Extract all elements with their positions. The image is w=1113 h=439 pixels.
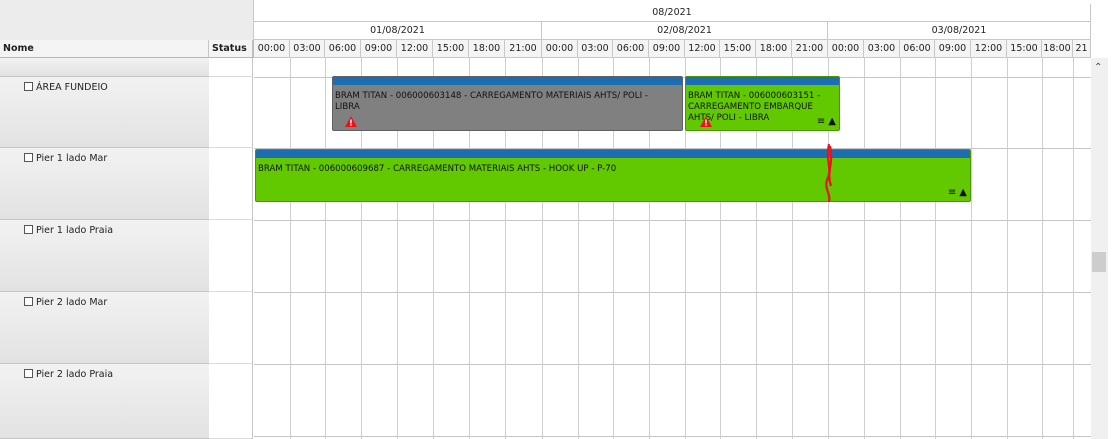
hour-header: 00:00: [254, 40, 290, 58]
hour-header: 18:00: [756, 40, 792, 58]
hour-header: 15:00: [1007, 40, 1042, 58]
grid-column-line: [1042, 58, 1043, 439]
grid-row-line: [254, 436, 1091, 437]
menu-lines-icon[interactable]: ≡: [817, 116, 825, 127]
name-column-header[interactable]: Nome: [0, 40, 209, 58]
checkbox-icon[interactable]: [24, 153, 33, 162]
hour-header: 00:00: [828, 40, 864, 58]
warning-icon: [345, 116, 357, 127]
task-bar-fundeio-2[interactable]: BRAM TITAN - 006000603151 - CARREGAMENTO…: [685, 76, 840, 131]
resource-row[interactable]: ÁREA FUNDEIO: [0, 77, 209, 148]
hour-header: 18:00: [469, 40, 505, 58]
grid-column-line: [325, 58, 326, 439]
task-label: BRAM TITAN - 006000609687 - CARREGAMENTO…: [258, 164, 617, 174]
task-top-stripe: [333, 77, 682, 85]
hour-header: 09:00: [649, 40, 685, 58]
task-actions: ≡ ▲: [948, 187, 967, 198]
task-bar-pier1-mar[interactable]: BRAM TITAN - 006000609687 - CARREGAMENTO…: [255, 149, 971, 202]
hour-header: 18:00: [1042, 40, 1073, 58]
checkbox-icon[interactable]: [24, 225, 33, 234]
hour-header: 03:00: [578, 40, 613, 58]
grid-column-line: [1073, 58, 1074, 439]
grid-column-line: [935, 58, 936, 439]
task-top-stripe: [256, 150, 970, 158]
status-cell: [209, 77, 253, 148]
grid-column-line: [290, 58, 291, 439]
grid-row-line: [254, 292, 1091, 293]
status-cell: [209, 292, 253, 364]
hour-header: 12:00: [971, 40, 1007, 58]
hour-header: 03:00: [290, 40, 325, 58]
checkbox-icon[interactable]: [24, 82, 33, 91]
resource-row[interactable]: Pier 1 lado Mar: [0, 148, 209, 220]
grid-column-line: [900, 58, 901, 439]
menu-lines-icon[interactable]: ≡: [948, 187, 956, 198]
hour-header: 12:00: [685, 40, 720, 58]
hour-header: 12:00: [397, 40, 433, 58]
month-header: 08/2021: [254, 4, 1091, 22]
day-header: 02/08/2021: [542, 22, 828, 40]
status-cell: [209, 58, 253, 77]
task-top-stripe: [686, 77, 839, 85]
warning-icon: [700, 116, 712, 127]
grid-row-line: [254, 220, 1091, 221]
checkbox-icon[interactable]: [24, 369, 33, 378]
hour-header: 00:00: [542, 40, 578, 58]
resource-label: Pier 1 lado Praia: [36, 225, 114, 236]
row-header-spacer: [0, 58, 209, 77]
hour-header: 06:00: [325, 40, 361, 58]
status-column-header[interactable]: Status: [209, 40, 254, 58]
resource-row[interactable]: Pier 1 lado Praia: [0, 220, 209, 292]
resource-label: Pier 1 lado Mar: [36, 153, 108, 164]
status-cell: [209, 220, 253, 292]
hour-header: 03:00: [864, 40, 900, 58]
resource-row[interactable]: Pier 2 lado Mar: [0, 292, 209, 364]
grid-row-line: [254, 364, 1091, 365]
day-header: 03/08/2021: [828, 22, 1091, 40]
task-actions: ≡ ▲: [817, 116, 836, 127]
resource-label: Pier 2 lado Praia: [36, 369, 114, 380]
status-cell: [209, 148, 253, 220]
hour-header: 09:00: [361, 40, 397, 58]
hour-header: 21:00: [792, 40, 828, 58]
resource-label: Pier 2 lado Mar: [36, 297, 108, 308]
checkbox-icon[interactable]: [24, 297, 33, 306]
hour-header: 15:00: [720, 40, 756, 58]
hour-header: 15:00: [433, 40, 469, 58]
task-bar-fundeio-1[interactable]: BRAM TITAN - 006000603148 - CARREGAMENTO…: [332, 76, 683, 131]
day-header: 01/08/2021: [254, 22, 542, 40]
grid-column-line: [864, 58, 865, 439]
grid-column-line: [971, 58, 972, 439]
hour-header: 06:00: [900, 40, 935, 58]
left-header-block: [0, 0, 254, 40]
scroll-thumb[interactable]: [1092, 252, 1106, 272]
hour-header: 21: [1073, 40, 1091, 58]
grid-column-line: [1007, 58, 1008, 439]
current-time-marker: [825, 143, 833, 203]
hour-header: 21:00: [505, 40, 542, 58]
status-cell: [209, 364, 253, 439]
hour-header: 06:00: [613, 40, 649, 58]
task-label: BRAM TITAN - 006000603148 - CARREGAMENTO…: [335, 91, 648, 112]
resource-row[interactable]: Pier 2 lado Praia: [0, 364, 209, 439]
pin-icon[interactable]: ▲: [959, 187, 967, 198]
vertical-scrollbar[interactable]: ⌃: [1091, 58, 1108, 439]
resource-label: ÁREA FUNDEIO: [36, 82, 108, 93]
hour-header: 09:00: [935, 40, 971, 58]
gantt-chart: Nome Status 08/2021 01/08/2021 02/08/2021…: [0, 0, 1113, 439]
scroll-up-arrow-icon[interactable]: ⌃: [1094, 62, 1102, 73]
pin-icon[interactable]: ▲: [828, 116, 836, 127]
